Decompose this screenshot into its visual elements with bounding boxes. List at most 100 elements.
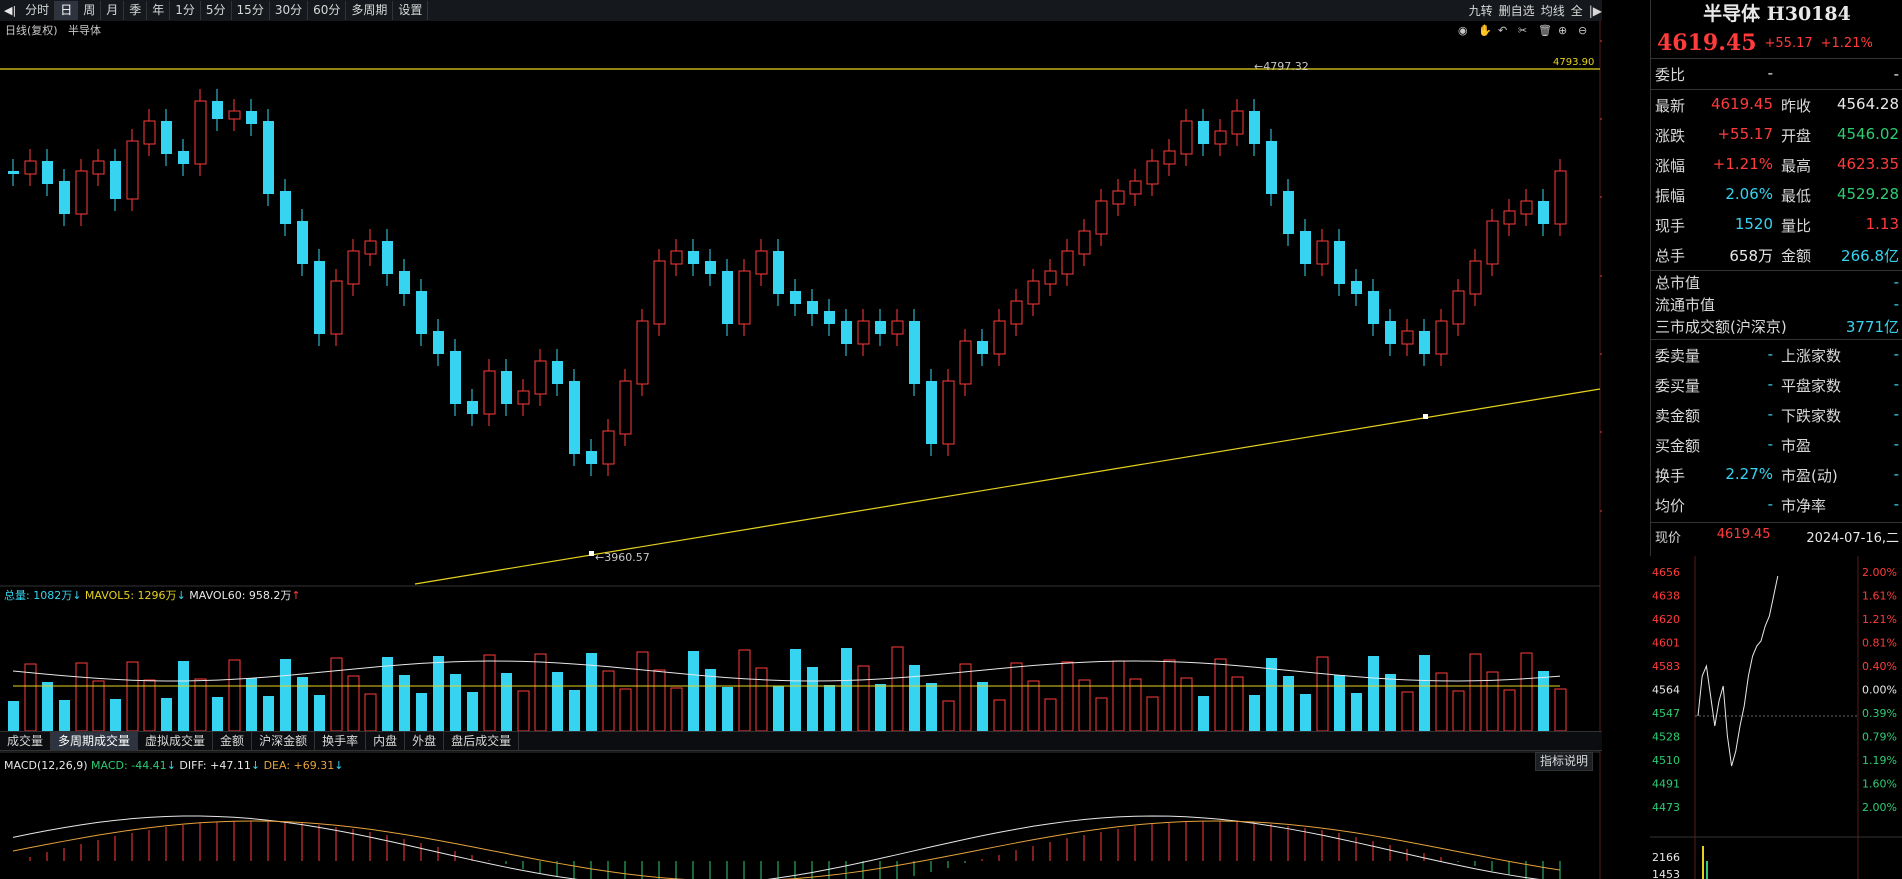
period-toolbar: ◀| 分时日周月季年 1分 5分 15分 30分 60分 多周期 设置: [0, 0, 1602, 22]
jiuzhuan-button[interactable]: 九转: [1469, 2, 1493, 19]
indicator-help-button[interactable]: 指标说明: [1535, 752, 1594, 771]
volume-bar: [467, 692, 478, 731]
volume-tab[interactable]: 换手率: [315, 732, 367, 750]
volume-indicator-tabs: 成交量 多周期成交量 虚拟成交量 金额 沪深金额 换手率 内盘 外盘 盘后成交量: [0, 731, 1602, 751]
order-row: 卖金额 - 下跌家数 -: [1655, 404, 1899, 425]
intraday-volume-bar: [1706, 861, 1708, 879]
period-tab[interactable]: 60分: [308, 1, 347, 20]
candle: [501, 371, 512, 404]
candle: [993, 320, 1006, 355]
period-tab[interactable]: 5分: [201, 1, 232, 20]
remove-favorite-button[interactable]: 删自选: [1499, 2, 1535, 19]
period-tab[interactable]: 多周期: [346, 1, 394, 20]
volume-bar: [1283, 676, 1294, 731]
period-tab[interactable]: 15分: [232, 1, 270, 20]
scissors-icon[interactable]: ✂: [1518, 24, 1527, 37]
candle: [1231, 110, 1244, 135]
volume-bar: [1249, 695, 1260, 731]
mini-volume-label: 1453: [1652, 868, 1680, 879]
period-tab[interactable]: 年: [147, 1, 171, 20]
eye-icon[interactable]: ◉: [1458, 24, 1468, 37]
volume-bar: [178, 661, 189, 731]
period-tab[interactable]: 日: [55, 1, 79, 20]
mini-pct-label: 2.00%: [1862, 801, 1897, 814]
volume-bar: [330, 657, 343, 732]
volume-bar: [1401, 691, 1414, 732]
ma-button[interactable]: 均线: [1541, 2, 1565, 19]
now-price-row: 现价 4619.45 2024-07-16,二: [1655, 526, 1899, 546]
candle: [738, 270, 751, 325]
volume-tab[interactable]: 多周期成交量: [51, 732, 139, 750]
candle: [110, 161, 121, 199]
volume-bar: [993, 699, 1006, 732]
candle: [382, 241, 393, 274]
volume-bar: [619, 688, 632, 732]
candle: [773, 251, 784, 294]
mini-pct-label: 1.21%: [1862, 613, 1897, 626]
chart-index-name: 半导体: [68, 23, 101, 37]
candle: [807, 301, 818, 314]
candle: [857, 320, 870, 345]
next-arrow-icon[interactable]: |▶: [1589, 4, 1602, 18]
period-tab[interactable]: 设置: [393, 1, 429, 20]
volume-tab[interactable]: 金额: [213, 732, 253, 750]
volume-tab[interactable]: 成交量: [0, 732, 52, 750]
candle: [467, 401, 478, 414]
candle: [755, 250, 768, 275]
intraday-mini-chart[interactable]: 4656 2.00% 4638 1.61% 4620 1.21% 4601 0.81% 4583…: [1650, 556, 1902, 879]
volume-bar: [1385, 674, 1396, 731]
candle: [926, 381, 937, 444]
candle: [330, 280, 343, 335]
period-tab[interactable]: 周: [78, 1, 102, 20]
period-tab[interactable]: 季: [124, 1, 148, 20]
candle: [1112, 190, 1125, 205]
volume-tab[interactable]: 外盘: [405, 732, 445, 750]
volume-bar: [143, 679, 156, 732]
trend-handle-1[interactable]: [589, 551, 594, 556]
volume-bar: [314, 695, 325, 731]
candle: [1249, 111, 1260, 144]
candle: [909, 321, 920, 384]
volume-bar: [1351, 693, 1362, 731]
volume-tab[interactable]: 内盘: [366, 732, 406, 750]
mini-price-label: 4547: [1652, 707, 1680, 720]
period-tab[interactable]: 1分: [170, 1, 201, 20]
prev-arrow-icon[interactable]: ◀|: [0, 4, 20, 17]
candle: [1061, 250, 1074, 275]
quote-row: 现手 1520 量比 1.13: [1655, 214, 1899, 235]
candle: [1180, 120, 1193, 155]
candle: [1095, 200, 1108, 235]
candle: [399, 271, 410, 294]
volume-tab[interactable]: 沪深金额: [252, 732, 316, 750]
quote-row: 涨幅 +1.21% 最高 4623.35: [1655, 154, 1899, 175]
zoom-out-icon[interactable]: ⊖: [1578, 24, 1587, 37]
zoom-in-icon[interactable]: ⊕: [1558, 24, 1567, 37]
volume-tab[interactable]: 盘后成交量: [444, 732, 520, 750]
candle: [92, 160, 105, 175]
candle: [534, 360, 547, 395]
undo-icon[interactable]: ↶: [1498, 24, 1507, 37]
period-tab[interactable]: 分时: [20, 1, 56, 20]
volume-bar: [1435, 672, 1448, 732]
candle: [722, 271, 733, 324]
candle: [1027, 280, 1040, 305]
order-row: 委卖量 - 上涨家数 -: [1655, 344, 1899, 365]
volume-bar: [1027, 680, 1040, 732]
trend-handle-2[interactable]: [1423, 414, 1428, 419]
volume-bar: [891, 646, 904, 732]
volume-bar: [297, 677, 308, 731]
candle: [636, 320, 649, 385]
full-button[interactable]: 全: [1571, 2, 1583, 19]
delete-icon[interactable]: 🗑: [1538, 24, 1552, 37]
candle: [1486, 220, 1499, 265]
candle: [891, 320, 904, 335]
candle: [24, 160, 37, 175]
volume-bar: [1214, 658, 1227, 732]
volume-bar: [1520, 652, 1533, 732]
candle: [450, 351, 461, 404]
candle: [8, 171, 19, 174]
period-tab[interactable]: 月: [101, 1, 125, 20]
volume-tab[interactable]: 虚拟成交量: [138, 732, 214, 750]
period-tab[interactable]: 30分: [270, 1, 309, 20]
hand-icon[interactable]: ✋: [1478, 24, 1492, 37]
